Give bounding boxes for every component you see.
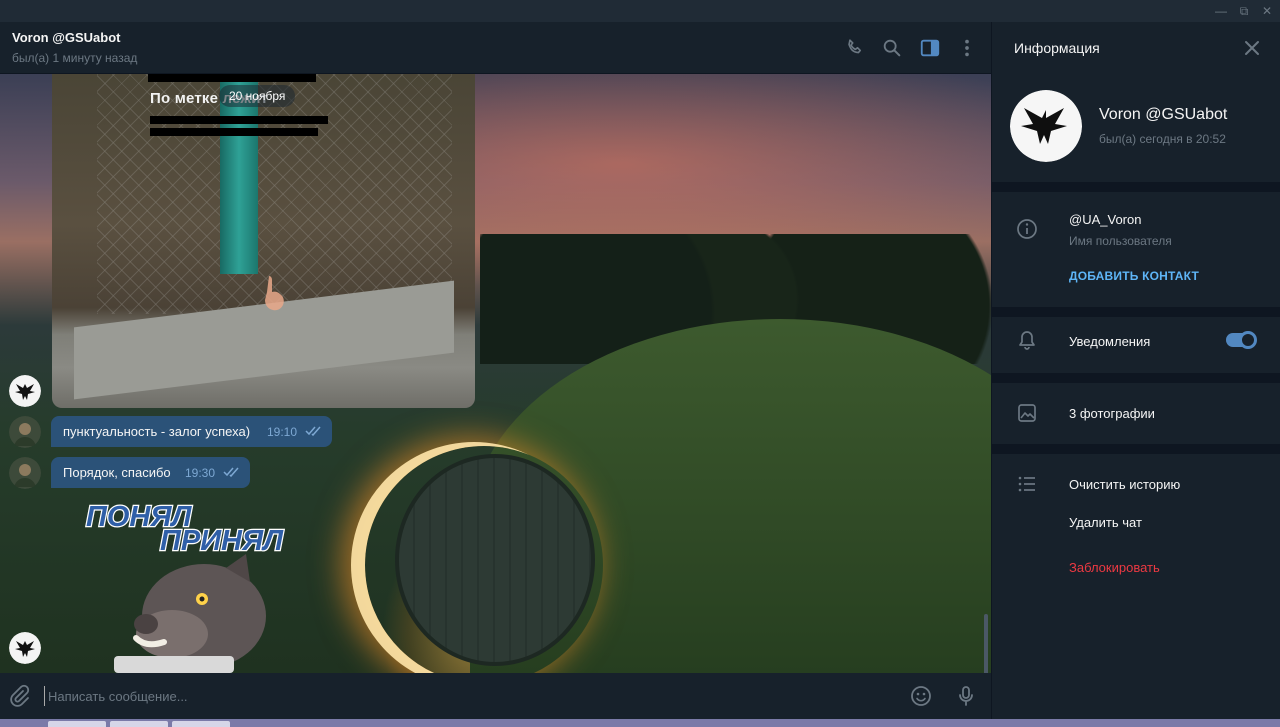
clear-history-button[interactable]: Очистить историю — [1069, 477, 1180, 492]
avatar[interactable] — [9, 457, 41, 489]
redaction-bar — [150, 128, 318, 136]
section-separator — [992, 307, 1280, 317]
notifications-toggle[interactable] — [1226, 331, 1257, 349]
raven-icon — [9, 632, 41, 664]
restore-icon[interactable]: ⧉ — [1235, 3, 1253, 19]
user-photo-icon — [9, 416, 41, 448]
delete-chat-button[interactable]: Удалить чат — [1069, 515, 1142, 530]
user-photo-icon — [9, 457, 41, 489]
search-icon[interactable] — [881, 37, 903, 59]
wallpaper-glow-ring — [365, 446, 603, 673]
taskbar-item[interactable] — [110, 721, 168, 727]
compose-bar — [0, 673, 991, 719]
profile-avatar[interactable] — [1010, 90, 1082, 162]
message-input[interactable] — [44, 686, 884, 706]
emoji-icon[interactable] — [909, 684, 933, 708]
info-icon — [1017, 219, 1037, 239]
username-value[interactable]: @UA_Voron — [1069, 212, 1141, 227]
taskbar-item[interactable] — [172, 721, 230, 727]
avatar[interactable] — [9, 416, 41, 448]
message-bubble[interactable]: пунктуальность - залог успеха) 19:10 — [51, 416, 332, 447]
avatar[interactable] — [9, 632, 41, 664]
raven-icon — [1010, 90, 1082, 162]
profile-name: Voron @GSUabot — [1099, 106, 1228, 123]
photos-item[interactable]: 3 фотографии — [1069, 406, 1155, 421]
add-contact-button[interactable]: ДОБАВИТЬ КОНТАКТ — [1069, 269, 1199, 283]
chat-title[interactable]: Voron @GSUabot — [12, 30, 121, 45]
chat-status: был(а) 1 минуту назад — [12, 51, 138, 65]
username-label: Имя пользователя — [1069, 234, 1172, 248]
section-separator — [992, 182, 1280, 192]
double-check-icon — [305, 426, 321, 437]
chat-area[interactable]: По метке лежит 20 ноября пунктуальность … — [0, 74, 991, 673]
sticker-text: ПРИНЯЛ — [160, 525, 284, 557]
message-bubble[interactable]: Порядок, спасибо 19:30 — [51, 457, 250, 488]
window-titlebar: — ⧉ ✕ — [0, 0, 1280, 22]
redaction-bar — [148, 74, 316, 82]
info-title: Информация — [1014, 40, 1100, 56]
section-separator — [992, 444, 1280, 454]
redaction-bar — [150, 116, 328, 124]
message-text: Порядок, спасибо — [63, 465, 171, 480]
avatar[interactable] — [9, 375, 41, 407]
message-text: пунктуальность - залог успеха) — [63, 424, 251, 439]
pointing-hand-icon — [265, 276, 284, 311]
close-window-icon[interactable]: ✕ — [1258, 3, 1276, 19]
double-check-icon — [223, 467, 239, 478]
message-time: 19:30 — [185, 466, 216, 480]
close-icon[interactable] — [1242, 38, 1262, 58]
toggle-knob — [1239, 331, 1257, 349]
microphone-icon[interactable] — [954, 684, 978, 708]
sidebar-toggle-icon[interactable] — [919, 37, 941, 59]
bell-icon — [1019, 331, 1035, 350]
chat-header: Voron @GSUabot был(а) 1 минуту назад — [0, 22, 991, 74]
attach-icon[interactable] — [7, 684, 31, 708]
list-icon — [1018, 476, 1035, 492]
message-time: 19:10 — [267, 425, 298, 439]
more-icon[interactable] — [956, 37, 978, 59]
photo-icon — [1018, 404, 1036, 422]
info-panel: Информация Voron @GSUabot был(а) сегодня… — [992, 22, 1280, 719]
profile-status: был(а) сегодня в 20:52 — [1099, 132, 1226, 146]
section-separator — [992, 373, 1280, 383]
date-separator: 20 ноября — [219, 85, 296, 107]
boar-sticker[interactable]: ПОНЯЛ ПРИНЯЛ — [84, 496, 296, 673]
photo-message[interactable]: По метке лежит — [52, 74, 475, 408]
raven-icon — [9, 375, 41, 407]
chat-scrollbar[interactable] — [984, 614, 988, 673]
minimize-icon[interactable]: — — [1212, 3, 1230, 19]
block-button[interactable]: Заблокировать — [1069, 560, 1160, 575]
phone-icon[interactable] — [844, 37, 866, 59]
taskbar-item[interactable] — [48, 721, 106, 727]
telegram-window: — ⧉ ✕ Voron @GSUabot был(а) 1 минуту наз… — [0, 0, 1280, 727]
notifications-label: Уведомления — [1069, 334, 1151, 349]
